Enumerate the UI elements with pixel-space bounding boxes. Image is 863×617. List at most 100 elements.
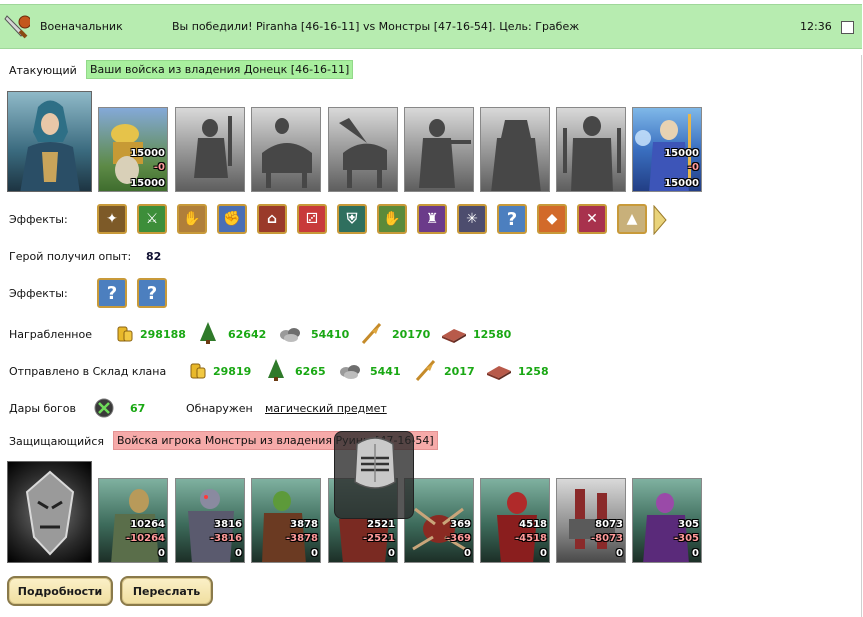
shield-icon[interactable]: ⛨: [337, 204, 367, 234]
plundered-label: Награбленное: [9, 328, 92, 341]
header-title: Военачальник: [40, 20, 123, 33]
plundered-ore: 54410: [311, 328, 350, 341]
warrior-icon: [563, 116, 621, 191]
experience-label: Герой получил опыт:: [9, 250, 132, 263]
wood-icon: [200, 322, 216, 344]
gem-icon[interactable]: ◆: [537, 204, 567, 234]
unit-count-loss: -0: [687, 162, 699, 173]
unit-count-loss: -8073: [591, 533, 623, 544]
brick-icon: [487, 366, 511, 380]
scroll-right-arrow-icon[interactable]: [653, 205, 667, 235]
unit-count-loss: -369: [445, 533, 471, 544]
report-frame: Военачальник Вы победили! Piranha [46-16…: [0, 0, 862, 617]
unit-count-loss: -3816: [210, 533, 242, 544]
clan-ore: 5441: [370, 365, 401, 378]
clan-gold: 29819: [213, 365, 252, 378]
unit-count-top: 10264: [130, 519, 165, 530]
pyramid-icon[interactable]: ▲: [617, 204, 647, 234]
hand-shield-icon[interactable]: ✋: [377, 204, 407, 234]
plundered-gold: 298188: [140, 328, 186, 341]
unit-count-remaining: 0: [311, 548, 318, 559]
handshake-icon[interactable]: ✋: [177, 204, 207, 234]
found-label: Обнаружен: [186, 402, 253, 415]
unit-count-top: 4518: [519, 519, 547, 530]
attacker-unit-4[interactable]: [328, 107, 398, 192]
unit-count-remaining: 0: [388, 548, 395, 559]
monster-emblem-icon: [25, 470, 75, 556]
unit-count-top: 8073: [595, 519, 623, 530]
attacker-unit-6[interactable]: [480, 107, 550, 192]
monk-icon: [491, 120, 541, 191]
fist-icon[interactable]: ✊: [217, 204, 247, 234]
brick-icon: [442, 329, 466, 343]
unit-count-loss: -3878: [286, 533, 318, 544]
effects-label: Эффекты:: [9, 213, 68, 226]
question-icon[interactable]: ?: [137, 278, 167, 308]
effects-label-2: Эффекты:: [9, 287, 68, 300]
message-header: Военачальник Вы победили! Piranha [46-16…: [0, 0, 862, 55]
hood-icon[interactable]: ♜: [417, 204, 447, 234]
attacker-hero-portrait[interactable]: [7, 91, 92, 192]
web-icon[interactable]: ✳: [457, 204, 487, 234]
attacker-label: Атакующий: [9, 64, 77, 77]
attacker-tag: Ваши войска из владения Донецк [46-16-11…: [86, 60, 354, 79]
pouch-icon[interactable]: ✦: [97, 204, 127, 234]
magic-item-link[interactable]: магический предмет: [265, 402, 387, 415]
unit-count-remaining: 0: [158, 548, 165, 559]
clan-wood: 6265: [295, 365, 326, 378]
dice-icon[interactable]: ⚂: [297, 204, 327, 234]
question-icon[interactable]: ?: [97, 278, 127, 308]
attacker-unit-1[interactable]: 15000 -0 15000: [98, 107, 168, 192]
attacker-unit-5[interactable]: [404, 107, 474, 192]
header-time: 12:36: [800, 20, 832, 33]
select-checkbox[interactable]: [841, 21, 854, 34]
header-message: Вы победили! Piranha [46-16-11] vs Монст…: [172, 20, 580, 33]
defender-portrait[interactable]: [7, 461, 92, 563]
defender-unit-6[interactable]: 4518 -4518 0: [480, 478, 550, 563]
attacker-unit-2[interactable]: [175, 107, 245, 192]
plundered-brick: 12580: [473, 328, 512, 341]
details-button[interactable]: Подробности: [7, 576, 113, 606]
unit-count-top: 305: [678, 519, 699, 530]
defender-unit-7[interactable]: 8073 -8073 0: [556, 478, 626, 563]
knight-icon: [262, 118, 312, 188]
unit-count-loss: -305: [673, 533, 699, 544]
unit-count-remaining: 0: [464, 548, 471, 559]
attacker-unit-8[interactable]: 15000 -0 15000: [632, 107, 702, 192]
forward-button[interactable]: Переслать: [120, 576, 213, 606]
ore-icon: [340, 365, 360, 379]
plundered-wood: 62642: [228, 328, 267, 341]
unit-count-remaining: 15000: [130, 178, 165, 189]
ore-icon: [280, 328, 300, 342]
gold-icon: [117, 326, 133, 342]
sword-icon[interactable]: ⚔: [137, 204, 167, 234]
unit-count-top: 15000: [664, 148, 699, 159]
clan-brick: 1258: [518, 365, 549, 378]
swordsman-icon: [194, 116, 232, 178]
unit-count-loss: -4518: [515, 533, 547, 544]
clan-grain: 2017: [444, 365, 475, 378]
unit-count-top: 3816: [214, 519, 242, 530]
unit-count-top: 2521: [367, 519, 395, 530]
crossbowman-icon: [419, 119, 471, 188]
defender-unit-3[interactable]: 3878 -3878 0: [251, 478, 321, 563]
temple-icon[interactable]: ⌂: [257, 204, 287, 234]
unit-count-top: 15000: [130, 148, 165, 159]
unit-count-remaining: 0: [616, 548, 623, 559]
attacker-unit-3[interactable]: [251, 107, 321, 192]
gods-gift-icon: [94, 398, 114, 418]
helmet-icon: [354, 437, 396, 489]
gold-icon: [190, 363, 206, 379]
unit-count-loss: -0: [153, 162, 165, 173]
experience-value: 82: [146, 250, 162, 263]
defender-unit-8[interactable]: 305 -305 0: [632, 478, 702, 563]
unit-count-loss: -2521: [363, 533, 395, 544]
unit-count-loss: -10264: [126, 533, 165, 544]
defender-unit-1[interactable]: 10264 -10264 0: [98, 478, 168, 563]
unit-count-remaining: 15000: [664, 178, 699, 189]
question-icon[interactable]: ?: [497, 204, 527, 234]
cross-out-icon[interactable]: ✕: [577, 204, 607, 234]
gifts-value: 67: [130, 402, 146, 415]
attacker-unit-7[interactable]: [556, 107, 626, 192]
defender-unit-2[interactable]: 3816 -3816 0: [175, 478, 245, 563]
